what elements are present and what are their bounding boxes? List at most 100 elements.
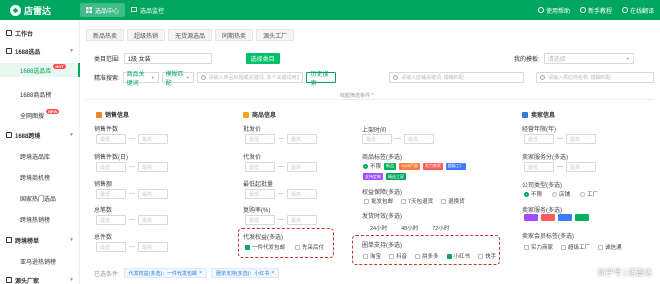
service-pill[interactable] [541, 214, 555, 221]
sidebar-group[interactable]: 跨境榜单 ▼ [0, 233, 80, 247]
shop-search-input[interactable]: 请输入店铺关键词, 模糊匹配 [389, 72, 524, 83]
range-max-input[interactable]: 最高 [138, 215, 168, 225]
translate-link[interactable]: 在线翻译 [621, 6, 654, 15]
nav-selection-monitor[interactable]: 选品监控 [125, 3, 170, 17]
range-input[interactable]: 最低 — 最高 [245, 215, 317, 225]
product-tag-pill[interactable]: 实力商家 [422, 162, 443, 170]
range-min-input[interactable]: 最低 [245, 162, 275, 172]
rights-option[interactable]: 7天包退货 [401, 197, 433, 205]
sidebar-item[interactable]: 国家热门选品 [0, 191, 80, 205]
range-input[interactable]: 最低 — 最高 [96, 134, 168, 144]
tag-not-limited[interactable]: 不限 [363, 162, 381, 170]
shipping-option[interactable]: 72小时 [432, 224, 449, 232]
close-icon[interactable]: × [271, 270, 274, 276]
member-option[interactable]: 超级工厂 [561, 243, 590, 251]
sidebar-item[interactable]: 1688商品榜 [0, 87, 80, 101]
sidebar-item[interactable]: 1688选品库 HOT [0, 63, 80, 77]
search-field-select[interactable]: 商品关键词 ▼ [122, 72, 159, 87]
product-tag-pill[interactable]: 1688严选 [399, 162, 420, 170]
range-max-input[interactable]: 最高 [287, 189, 317, 199]
rights-option[interactable]: 批发包邮 [364, 197, 393, 205]
member-option[interactable]: 诚信通 [598, 243, 622, 251]
category-input[interactable]: 1级 女装 [123, 53, 212, 64]
company-any[interactable]: 不限 [524, 190, 542, 198]
collapse-filters-toggle[interactable]: 收起筛选条件 ^ [340, 92, 374, 99]
tab-no-stock[interactable]: 无货源选品 [168, 29, 213, 41]
tab-period-hot[interactable]: 同期热卖 [215, 29, 254, 41]
range-input[interactable]: 最低 — 最高 [245, 134, 317, 144]
tab-super-hot[interactable]: 超级热销 [127, 29, 166, 41]
product-tag-pill[interactable]: 新品 [384, 162, 397, 170]
tab-source-factory[interactable]: 源头工厂 [256, 29, 295, 41]
shipping-option[interactable]: 48小时 [401, 224, 418, 232]
listing-end-input[interactable]: 最高 [404, 134, 434, 144]
range-min-input[interactable]: 最低 [245, 215, 275, 225]
range-min-input[interactable]: 最低 [96, 242, 126, 252]
nav-selection-center[interactable]: 选品中心 [80, 3, 126, 17]
factory-search-input[interactable]: 请输入供应商名称, 模糊匹配 [536, 72, 654, 83]
range-input[interactable]: 最低 — 最高 [96, 162, 168, 172]
range-min-input[interactable]: 最低 [245, 189, 275, 199]
applied-tag[interactable]: 代发权益(多选)：一件代发包邮 × [123, 268, 207, 278]
sidebar-group[interactable]: 1688选品 ▼ [0, 44, 80, 58]
product-tag-pill[interactable]: 精选之星 [386, 173, 406, 180]
listing-time-range[interactable]: 最低 — 最高 [362, 134, 434, 144]
shop-search-row: 请输入店铺关键词, 模糊匹配 [389, 72, 524, 83]
sidebar-item[interactable]: 跨境选品库 [0, 149, 80, 163]
rights-option[interactable]: 退换货 [441, 197, 465, 205]
range-input[interactable]: 最低 — 最高 [96, 215, 168, 225]
member-option[interactable]: 实力商家 [524, 243, 553, 251]
range-input[interactable]: 最低 — 最高 [245, 162, 317, 172]
help-link[interactable]: 使用帮助 [537, 6, 570, 15]
seller-score-range[interactable]: 最低 — 最高 [524, 162, 596, 172]
score-min-input[interactable]: 最低 [524, 162, 554, 172]
tutorial-link[interactable]: 新手教程 [579, 6, 612, 15]
range-max-input[interactable]: 最高 [138, 189, 168, 199]
range-input[interactable]: 最低 — 最高 [96, 189, 168, 199]
logo-icon [10, 4, 21, 16]
range-max-input[interactable]: 最高 [138, 134, 168, 144]
listing-start-input[interactable]: 最低 [362, 134, 392, 144]
range-max-input[interactable]: 最高 [287, 134, 317, 144]
match-mode-select[interactable]: 模糊匹配 ▼ [161, 72, 194, 87]
template-select[interactable]: 请选择 ▼ [543, 53, 634, 64]
sidebar-group[interactable]: 源头厂家 ▼ [0, 273, 80, 284]
company-shop[interactable]: 店铺 [552, 190, 570, 198]
product-tag-pill[interactable]: 支持定制 [363, 173, 383, 180]
years-min-input[interactable]: 最低 [524, 134, 554, 144]
history-search-button[interactable]: 历史搜索 [305, 72, 336, 87]
applied-tag[interactable]: 圈单支持(多选)：小红书 × [210, 268, 280, 278]
company-factory[interactable]: 工厂 [580, 190, 598, 198]
service-pill[interactable] [524, 214, 538, 221]
range-max-input[interactable]: 最高 [138, 242, 168, 252]
range-min-input[interactable]: 最低 [96, 162, 126, 172]
sidebar-item[interactable]: 全网图搜 NEW [0, 108, 80, 122]
years-range[interactable]: 最低 — 最高 [524, 134, 596, 144]
sidebar-group[interactable]: 1688跨境 ▼ [0, 128, 80, 142]
range-max-input[interactable]: 最高 [287, 215, 317, 225]
logo[interactable]: 店雷达 [10, 4, 66, 17]
range-min-input[interactable]: 最低 [96, 189, 126, 199]
range-input[interactable]: 最低 — 最高 [96, 242, 168, 252]
sidebar-item[interactable]: 跨境商机榜 [0, 170, 80, 184]
sidebar-item[interactable]: 亚马逊热销榜 [0, 254, 80, 268]
tab-new-hot[interactable]: 新品热卖 [86, 29, 125, 41]
badge: NEW [46, 108, 60, 114]
keyword-search-input[interactable]: 请输入商品标题或关键词, 多个关键词用逗号隔开 [196, 72, 303, 83]
close-icon[interactable]: × [199, 270, 202, 276]
range-input[interactable]: 最低 — 最高 [245, 189, 317, 199]
sidebar-group[interactable]: 工作台 [0, 26, 80, 40]
score-max-input[interactable]: 最高 [566, 162, 596, 172]
range-max-input[interactable]: 最高 [287, 162, 317, 172]
range-min-input[interactable]: 最低 [245, 134, 275, 144]
years-max-input[interactable]: 最高 [566, 134, 596, 144]
choose-category-button[interactable]: 选择类目 [245, 53, 280, 64]
product-tag-pill[interactable]: 超级工厂 [445, 162, 466, 170]
service-pill[interactable] [558, 214, 572, 221]
range-min-input[interactable]: 最低 [96, 215, 126, 225]
range-min-input[interactable]: 最低 [96, 134, 126, 144]
shipping-option[interactable]: 24小时 [370, 224, 387, 232]
service-pill[interactable] [575, 214, 589, 221]
sidebar-item[interactable]: 跨境热销榜 [0, 212, 80, 226]
range-max-input[interactable]: 最高 [138, 162, 168, 172]
